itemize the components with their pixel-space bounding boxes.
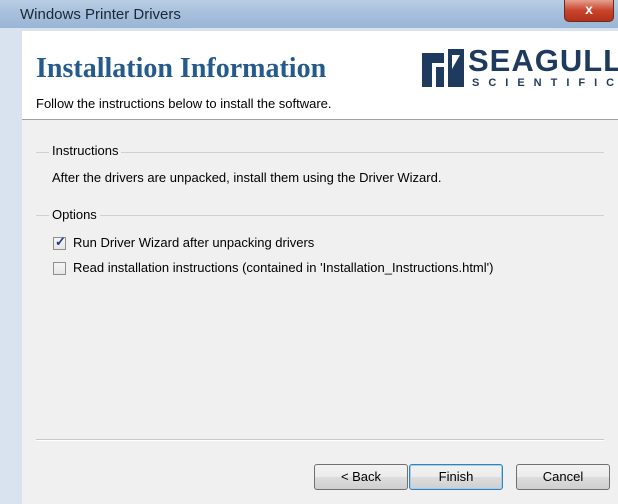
header-panel: Installation Information Follow the inst… (22, 31, 618, 120)
seagull-logo-icon (422, 49, 464, 87)
back-button[interactable]: < Back (314, 464, 408, 490)
instructions-text: After the drivers are unpacked, install … (52, 170, 442, 185)
cancel-button[interactable]: Cancel (516, 464, 610, 490)
run-driver-wizard-checkbox[interactable]: ✓ (53, 234, 66, 250)
window-title: Windows Printer Drivers (20, 6, 181, 23)
options-group-line (36, 215, 604, 216)
title-bar[interactable]: Windows Printer Drivers x (0, 0, 618, 28)
checkmark-icon: ✓ (55, 234, 66, 249)
run-driver-wizard-label[interactable]: Run Driver Wizard after unpacking driver… (73, 235, 314, 250)
read-instructions-checkbox[interactable] (53, 262, 66, 275)
close-button[interactable]: x (564, 0, 614, 22)
logo-wordmark: SEAGULL (468, 43, 618, 78)
instructions-group-label: Instructions (49, 143, 122, 158)
finish-button[interactable]: Finish (409, 464, 503, 490)
dialog-client: Installation Information Follow the inst… (22, 31, 618, 504)
close-icon: x (585, 1, 593, 17)
logo-subtext: SCIENTIFIC (472, 77, 618, 89)
footer-separator (36, 439, 604, 441)
seagull-logo: SEAGULL SCIENTIFIC (422, 43, 618, 103)
read-instructions-label[interactable]: Read installation instructions (containe… (73, 260, 493, 275)
options-group-label: Options (49, 207, 100, 222)
installer-window: Windows Printer Drivers x Installation I… (0, 0, 618, 504)
page-subtitle: Follow the instructions below to install… (36, 96, 332, 111)
page-title: Installation Information (36, 53, 327, 84)
